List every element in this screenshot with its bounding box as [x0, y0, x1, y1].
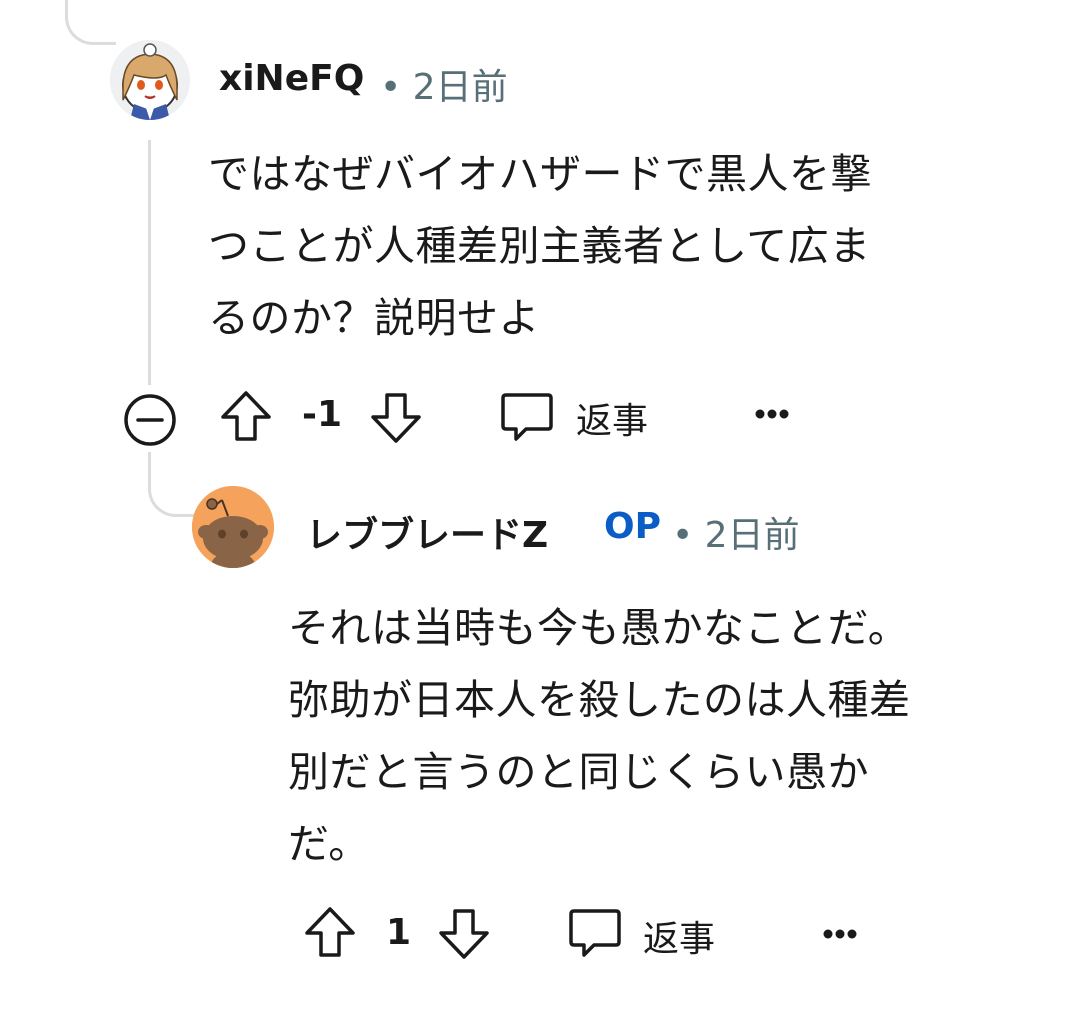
downvote-arrow-icon[interactable] [436, 906, 492, 962]
op-badge: OP [604, 506, 661, 547]
reply-button[interactable]: 返事 [643, 910, 715, 962]
thread-connector-reply [148, 452, 197, 517]
downvote-arrow-icon[interactable] [368, 390, 424, 446]
reply-button[interactable]: 返事 [576, 392, 648, 444]
comment-body: それは当時も今も愚かなことだ。 弥助が日本人を殺したのは人種差 別だと言うのと同… [288, 604, 911, 868]
comment-timestamp: • 2日前 [672, 515, 800, 556]
avatar[interactable] [192, 486, 274, 568]
collapse-minus-icon[interactable] [122, 392, 178, 448]
avatar[interactable] [110, 40, 190, 120]
upvote-arrow-icon[interactable] [218, 388, 274, 444]
more-horizontal-icon[interactable] [752, 406, 792, 422]
snoo-avatar-icon [192, 486, 274, 568]
reply-comment-icon[interactable] [498, 388, 556, 446]
upvote-arrow-icon[interactable] [302, 904, 358, 960]
vote-score: -1 [302, 394, 342, 435]
comment-author[interactable]: xiNeFQ [219, 58, 364, 99]
anime-avatar-icon [110, 40, 190, 120]
thread-line-vertical [148, 140, 151, 385]
comment-body: ではなぜバイオハザードで黒人を撃 つことが人種差別主義者として広ま るのか？説明… [208, 150, 872, 342]
vote-score: 1 [386, 912, 412, 953]
comment-author[interactable]: レブブレードZ [306, 506, 548, 558]
reply-comment-icon[interactable] [566, 904, 624, 962]
more-horizontal-icon[interactable] [820, 926, 860, 942]
thread-connector-top [65, 0, 116, 45]
comment-timestamp: • 2日前 [380, 67, 508, 108]
